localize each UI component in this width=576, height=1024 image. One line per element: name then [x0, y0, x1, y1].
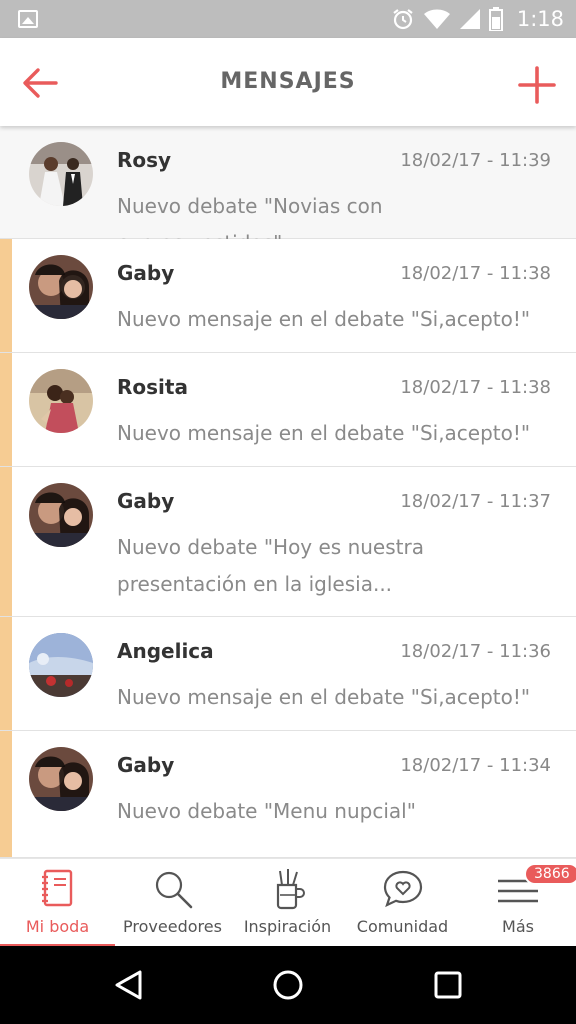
nav-proveedores[interactable]: Proveedores [115, 859, 230, 947]
nav-comunidad[interactable]: Comunidad [345, 859, 460, 947]
avatar [29, 747, 93, 811]
list-item[interactable]: Rosy 18/02/17 - 11:39 Nuevo debate "Novi… [0, 126, 576, 255]
sender-name: Gaby [117, 753, 175, 777]
notebook-icon [41, 869, 72, 907]
message-preview: Nuevo mensaje en el debate "Si,acepto!" [117, 685, 531, 709]
back-icon[interactable] [112, 968, 146, 1002]
message-preview: Nuevo debate "Hoy es nuestra presentació… [117, 535, 424, 596]
add-icon[interactable] [518, 66, 556, 104]
avatar [29, 255, 93, 319]
clock: 1:18 [516, 7, 564, 31]
list-item[interactable]: Gaby 18/02/17 - 11:34 Nuevo debate "Menu… [0, 731, 576, 858]
page-title: MENSAJES [220, 69, 356, 94]
recent-apps-icon[interactable] [431, 968, 465, 1002]
nav-mas[interactable]: 3866 Más [460, 859, 576, 947]
message-preview: Nuevo mensaje en el debate "Si,acepto!" [117, 307, 531, 331]
app-bar: MENSAJES [0, 38, 576, 126]
message-preview: Nuevo mensaje en el debate "Si,acepto!" [117, 421, 531, 445]
message-date: 18/02/17 - 11:39 [400, 150, 551, 171]
nav-label: Proveedores [123, 917, 222, 936]
signal-icon [459, 9, 480, 29]
image-notification-icon [18, 10, 38, 28]
sender-name: Rosy [117, 148, 172, 172]
list-item[interactable]: Gaby 18/02/17 - 11:38 Nuevo mensaje en e… [0, 239, 576, 353]
avatar [29, 483, 93, 547]
avatar [29, 633, 93, 697]
message-date: 18/02/17 - 11:37 [400, 491, 551, 512]
sender-name: Angelica [117, 639, 214, 663]
wifi-icon [423, 9, 450, 29]
message-date: 18/02/17 - 11:38 [400, 263, 551, 284]
sender-name: Gaby [117, 261, 175, 285]
list-item[interactable]: Gaby 18/02/17 - 11:37 Nuevo debate "Hoy … [0, 467, 576, 617]
battery-icon [488, 7, 503, 31]
nav-label: Mi boda [25, 917, 90, 936]
system-navigation-bar [0, 946, 576, 1024]
message-date: 18/02/17 - 11:36 [400, 641, 551, 662]
nav-mi-boda[interactable]: Mi boda [0, 859, 115, 947]
chat-heart-icon [383, 870, 422, 908]
nav-label: Comunidad [356, 917, 449, 936]
list-item[interactable]: Rosita 18/02/17 - 11:38 Nuevo mensaje en… [0, 353, 576, 467]
alarm-icon [393, 9, 413, 30]
avatar [29, 142, 93, 206]
sender-name: Gaby [117, 489, 175, 513]
sender-name: Rosita [117, 375, 188, 399]
nav-label: Inspiración [243, 917, 332, 936]
jar-icon [276, 869, 305, 910]
nav-inspiracion[interactable]: Inspiración [230, 859, 345, 947]
list-item[interactable]: Angelica 18/02/17 - 11:36 Nuevo mensaje … [0, 617, 576, 731]
bottom-navigation: Mi boda Proveedores Inspiración Comunida… [0, 858, 576, 947]
avatar [29, 369, 93, 433]
status-bar: 1:18 [0, 0, 576, 38]
message-list[interactable]: Rosy 18/02/17 - 11:39 Nuevo debate "Novi… [0, 126, 576, 858]
notification-badge: 3866 [524, 863, 576, 885]
message-preview: Nuevo debate "Menu nupcial" [117, 799, 416, 823]
home-icon[interactable] [271, 968, 305, 1002]
message-date: 18/02/17 - 11:38 [400, 377, 551, 398]
nav-label: Más [502, 917, 534, 936]
message-date: 18/02/17 - 11:34 [400, 755, 551, 776]
search-icon [155, 871, 192, 909]
